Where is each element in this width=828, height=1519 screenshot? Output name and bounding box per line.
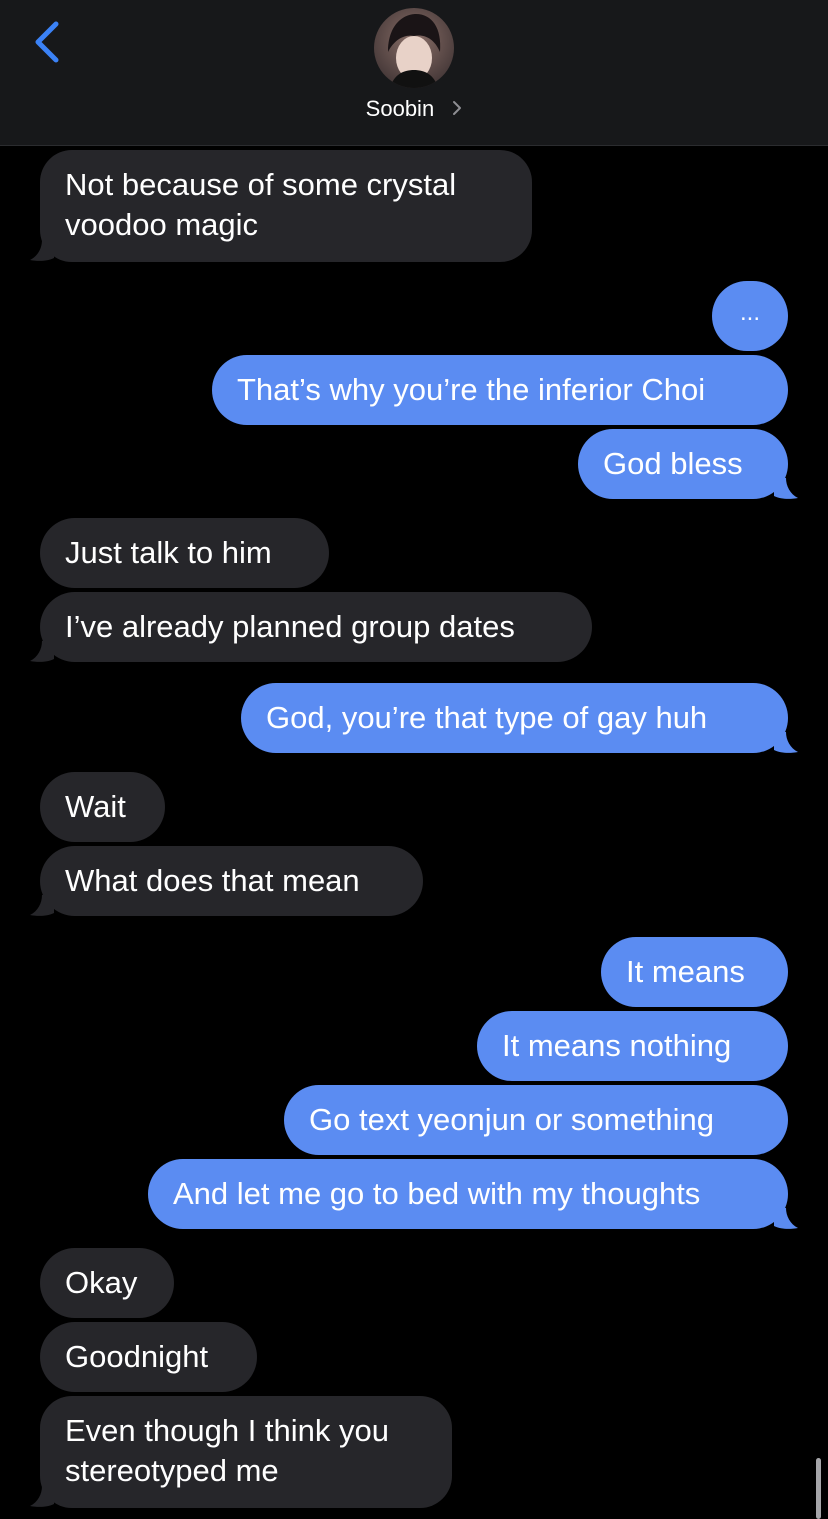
bubble-tail-outgoing — [774, 478, 798, 499]
message-bubble-outgoing[interactable]: That’s why you’re the inferior Choi — [212, 355, 788, 425]
message-thread: Not because of some crystal voodoo magic… — [0, 0, 828, 1519]
contact-name: Soobin — [365, 96, 435, 121]
message-bubble-incoming[interactable]: What does that mean — [40, 846, 423, 916]
message-bubble-outgoing[interactable]: God, you’re that type of gay huh — [241, 683, 788, 753]
chevron-right-icon — [452, 96, 462, 122]
message-text: Just talk to him — [65, 535, 272, 570]
message-text: It means nothing — [502, 1028, 732, 1063]
message-text-line: stereotyped me — [65, 1453, 279, 1488]
message-bubble-incoming[interactable]: Wait — [40, 772, 165, 842]
message-bubble-outgoing[interactable]: Go text yeonjun or something — [284, 1085, 788, 1155]
message-text: What does that mean — [65, 863, 360, 898]
message-text: That’s why you’re the inferior Choi — [237, 372, 706, 407]
message-bubble-incoming[interactable]: Not because of some crystal voodoo magic — [40, 150, 532, 262]
message-text: And let me go to bed with my thoughts — [173, 1176, 701, 1211]
message-bubble-incoming[interactable]: Goodnight — [40, 1322, 257, 1392]
message-text-line: Not because of some crystal — [65, 167, 457, 202]
message-text: God, you’re that type of gay huh — [266, 700, 708, 735]
message-bubble-outgoing[interactable]: It means — [601, 937, 788, 1007]
message-text: It means — [626, 954, 745, 989]
message-text: ... — [739, 299, 760, 326]
bubble-tail-outgoing — [774, 1208, 798, 1229]
scrollbar[interactable] — [816, 1458, 821, 1519]
message-text: Go text yeonjun or something — [309, 1102, 714, 1137]
message-text: Goodnight — [65, 1339, 209, 1374]
message-text: God bless — [603, 446, 743, 481]
message-bubble-incoming[interactable]: Okay — [40, 1248, 174, 1318]
bubble-tail-incoming — [30, 895, 54, 916]
contact-name-button[interactable]: Soobin — [0, 96, 828, 123]
message-bubble-incoming[interactable]: Even though I think you stereotyped me — [40, 1396, 452, 1508]
message-bubble-outgoing[interactable]: God bless — [578, 429, 788, 499]
message-text: I’ve already planned group dates — [65, 609, 515, 644]
message-bubble-outgoing[interactable]: It means nothing — [477, 1011, 788, 1081]
bubble-tail-incoming — [30, 641, 54, 662]
bubble-tail-incoming — [30, 240, 54, 261]
message-text: Okay — [65, 1265, 138, 1300]
message-text-line: Even though I think you — [65, 1413, 390, 1448]
back-button[interactable] — [28, 18, 68, 66]
message-bubble-incoming[interactable]: Just talk to him — [40, 518, 329, 588]
contact-avatar[interactable] — [374, 8, 454, 88]
avatar — [374, 8, 454, 88]
bubble-tail-outgoing — [774, 732, 798, 753]
conversation-header: Soobin — [0, 0, 828, 146]
message-text-line: voodoo magic — [65, 207, 259, 242]
message-text: Wait — [65, 789, 126, 824]
message-bubble-incoming[interactable]: I’ve already planned group dates — [40, 592, 592, 662]
message-bubble-outgoing[interactable]: ... — [712, 281, 788, 351]
chevron-left-icon — [35, 21, 59, 63]
message-bubble-outgoing[interactable]: And let me go to bed with my thoughts — [148, 1159, 788, 1229]
bubble-tail-incoming — [30, 1486, 54, 1507]
